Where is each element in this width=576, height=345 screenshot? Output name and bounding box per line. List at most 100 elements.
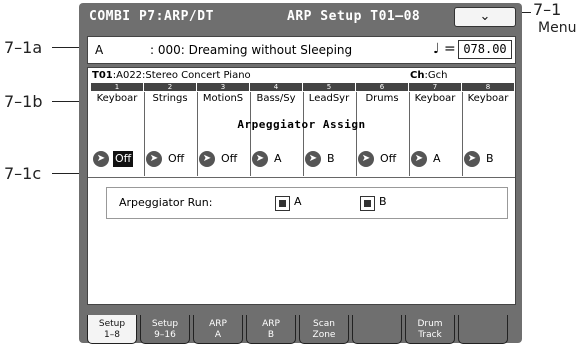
tempo-note-icon: ♩ = (433, 41, 456, 57)
arrow-right-icon: ➤ (146, 151, 162, 167)
tab-setup-1-8[interactable]: Setup 1–8 (87, 315, 137, 344)
track-number: 7 (409, 83, 461, 91)
arp-run-a-checkbox[interactable] (275, 196, 290, 211)
assign-track-2[interactable]: ➤ Off (144, 150, 196, 170)
track-number: 3 (197, 83, 249, 91)
track-name: Strings (152, 93, 188, 104)
arp-run-a-label: A (294, 195, 302, 208)
title-bar: COMBI P7:ARP/DT ARP Setup T01–08 ⌄ (79, 3, 522, 29)
combi-bank[interactable]: A (95, 43, 103, 57)
arrow-right-icon: ➤ (411, 151, 427, 167)
assign-value[interactable]: B (484, 151, 496, 167)
track-name: Bass/Sy (256, 93, 296, 104)
tab-label-line2: B (267, 330, 275, 340)
assign-track-1[interactable]: ➤ Off (91, 150, 143, 170)
track-number: 2 (144, 83, 196, 91)
tab-label-line1: Drum (417, 319, 443, 329)
assign-track-5[interactable]: ➤ B (303, 150, 355, 170)
tab-label-line1: ARP (262, 319, 280, 329)
program-info: T01:A022:Stereo Concert Piano (92, 70, 251, 81)
track-6: 6 Drums (356, 83, 408, 107)
assign-value[interactable]: Off (113, 151, 134, 167)
track-name: Keyboar (96, 93, 138, 104)
device-screen: COMBI P7:ARP/DT ARP Setup T01–08 ⌄ A : 0… (79, 3, 522, 344)
assign-value[interactable]: Off (166, 151, 186, 167)
track-number: 4 (250, 83, 302, 91)
callout-7-1b: 7–1b (4, 92, 43, 111)
arpeggiator-assign-heading: Arpeggiator Assign (237, 118, 366, 131)
tab-arp-a[interactable]: ARP A (193, 315, 243, 344)
chevron-down-icon: ⌄ (479, 9, 491, 24)
channel-value: :Gch (424, 70, 448, 81)
track-7: 7 Keyboar (409, 83, 461, 107)
combi-info-panel: A : 000: Dreaming without Sleeping ♩ = 0… (87, 36, 516, 64)
tab-empty-2[interactable] (458, 315, 508, 344)
track-number: 6 (356, 83, 408, 91)
track-name: Keyboar (414, 93, 456, 104)
arpeggiator-run-group: Arpeggiator Run: A B (106, 187, 508, 219)
channel-label: Ch (410, 70, 425, 81)
assign-track-4[interactable]: ➤ A (250, 150, 302, 170)
tab-setup-9-16[interactable]: Setup 9–16 (140, 315, 190, 344)
callout-7-1a: 7–1a (4, 38, 43, 57)
tab-label-line2: Track (418, 330, 442, 340)
assign-track-6[interactable]: ➤ Off (356, 150, 408, 170)
assign-value[interactable]: Off (378, 151, 398, 167)
assign-value[interactable]: A (272, 151, 284, 167)
arrow-right-icon: ➤ (93, 151, 109, 167)
track-3: 3 MotionS (197, 83, 249, 107)
tab-empty-1[interactable] (352, 315, 402, 344)
assign-value[interactable]: B (325, 151, 337, 167)
track-8: 8 Keyboar (462, 83, 514, 107)
tab-scan-zone[interactable]: Scan Zone (299, 315, 349, 344)
combi-name[interactable]: : 000: Dreaming without Sleeping (150, 43, 352, 57)
page-menu-button[interactable]: ⌄ (454, 7, 516, 27)
page-title: ARP Setup T01–08 (287, 9, 421, 24)
callout-7-1c: 7–1c (4, 164, 42, 183)
tab-label-line1: Setup (151, 319, 179, 329)
assign-track-3[interactable]: ➤ Off (197, 150, 249, 170)
track-name: LeadSyr (308, 93, 350, 104)
track-number: 8 (462, 83, 514, 91)
track-5: 5 LeadSyr (303, 83, 355, 107)
track-1: 1 Keyboar (91, 83, 143, 107)
page-tabs: Setup 1–8 Setup 9–16 ARP A ARP B Scan Zone Dr… (79, 315, 522, 344)
arp-run-b-label: B (379, 195, 387, 208)
assign-value[interactable]: Off (219, 151, 239, 167)
assign-track-8[interactable]: ➤ B (462, 150, 514, 170)
arpeggiator-run-label: Arpeggiator Run: (119, 196, 213, 209)
callout-7-1: 7–1 (533, 0, 562, 19)
program-track: T01 (92, 70, 113, 81)
tab-arp-b[interactable]: ARP B (246, 315, 296, 344)
tab-label-line2: A (214, 330, 222, 340)
tempo-field[interactable]: 078.00 (458, 40, 512, 59)
section-divider (88, 177, 515, 178)
tab-label-line1: Scan (313, 319, 335, 329)
program-name: :A022:Stereo Concert Piano (112, 70, 251, 81)
arrow-right-icon: ➤ (199, 151, 215, 167)
track-name: MotionS (202, 93, 244, 104)
tab-label-line2: 1–8 (104, 330, 120, 340)
arp-run-b-checkbox[interactable] (360, 196, 375, 211)
track-name: Drums (365, 93, 399, 104)
tab-drum-track[interactable]: Drum Track (405, 315, 455, 344)
arrow-right-icon: ➤ (358, 151, 374, 167)
channel-info: Ch:Gch (410, 70, 447, 81)
arrow-right-icon: ➤ (305, 151, 321, 167)
track-2: 2 Strings (144, 83, 196, 107)
assign-track-7[interactable]: ➤ A (409, 150, 461, 170)
tab-label-line2: 9–16 (154, 330, 176, 340)
callout-menu: Menu (538, 20, 576, 36)
track-number: 1 (91, 83, 143, 91)
track-number: 5 (303, 83, 355, 91)
tab-label-line2: Zone (312, 330, 336, 340)
track-4: 4 Bass/Sy (250, 83, 302, 107)
arp-assign-panel: T01:A022:Stereo Concert Piano Ch:Gch 1 Ke… (87, 67, 516, 305)
mode-title: COMBI P7:ARP/DT (89, 9, 214, 24)
tab-label-line1: ARP (209, 319, 227, 329)
arrow-right-icon: ➤ (464, 151, 480, 167)
assign-value[interactable]: A (431, 151, 443, 167)
track-name: Keyboar (467, 93, 509, 104)
tab-label-line1: Setup (98, 319, 126, 329)
arrow-right-icon: ➤ (252, 151, 268, 167)
